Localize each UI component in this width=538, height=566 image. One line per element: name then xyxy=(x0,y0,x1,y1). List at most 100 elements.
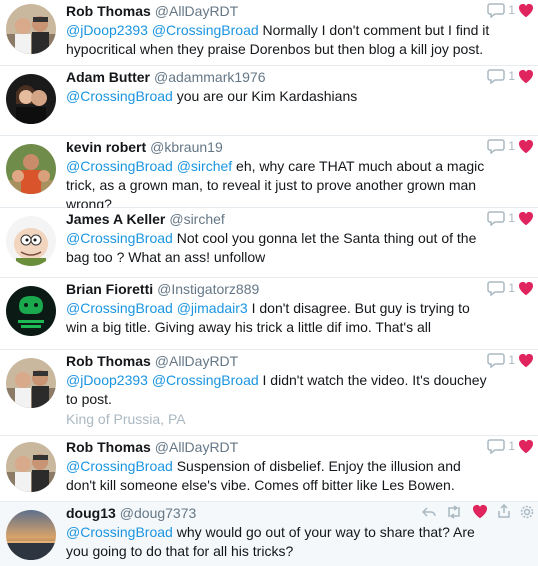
heart-icon[interactable] xyxy=(518,439,534,454)
tweet-header: Rob Thomas @AllDayRDT xyxy=(66,352,490,370)
author-name[interactable]: Adam Butter xyxy=(66,69,150,85)
tweet-header: kevin robert @kbraun19 xyxy=(66,138,490,156)
tweet-content: Adam Butter @adammark1976 @CrossingBroad … xyxy=(66,68,490,106)
tweet[interactable]: Adam Butter @adammark1976 @CrossingBroad … xyxy=(0,66,538,136)
author-name[interactable]: James A Keller xyxy=(66,211,165,227)
avatar[interactable] xyxy=(6,286,56,336)
tweet-header: Rob Thomas @AllDayRDT xyxy=(66,438,490,456)
avatar[interactable] xyxy=(6,510,56,560)
mention-link[interactable]: @CrossingBroad xyxy=(152,22,259,38)
tweet[interactable]: Brian Fioretti @Instigatorz889 @CrossingB… xyxy=(0,278,538,350)
tweet-meta: 1 xyxy=(487,210,534,226)
reply-bubble-icon[interactable] xyxy=(487,280,506,296)
heart-icon[interactable] xyxy=(518,353,534,368)
mention-link[interactable]: @jDoop2393 xyxy=(66,372,148,388)
heart-icon[interactable] xyxy=(518,3,534,18)
avatar[interactable] xyxy=(6,74,56,124)
heart-icon[interactable] xyxy=(518,69,534,84)
reply-bubble-icon[interactable] xyxy=(487,210,506,226)
mention-link[interactable]: @CrossingBroad xyxy=(66,300,173,316)
avatar[interactable] xyxy=(6,216,56,266)
tweet-meta: 1 xyxy=(487,68,534,84)
author-handle[interactable]: @AllDayRDT xyxy=(155,353,238,369)
avatar[interactable] xyxy=(6,4,56,54)
tweet-content: Rob Thomas @AllDayRDT @CrossingBroad Susp… xyxy=(66,438,490,495)
tweet[interactable]: kevin robert @kbraun19 @CrossingBroad @si… xyxy=(0,136,538,212)
tweet-text: @CrossingBroad you are our Kim Kardashia… xyxy=(66,87,490,106)
tweet-text: @CrossingBroad @jimadair3 I don't disagr… xyxy=(66,299,490,337)
mention-link[interactable]: @CrossingBroad xyxy=(66,88,173,104)
tweet-meta: 1 xyxy=(487,352,534,368)
author-name[interactable]: doug13 xyxy=(66,505,116,521)
tweet-meta: 1 xyxy=(487,138,534,154)
reply-bubble-icon[interactable] xyxy=(487,138,506,154)
tweet-header: Brian Fioretti @Instigatorz889 xyxy=(66,280,490,298)
share-icon[interactable] xyxy=(497,504,511,519)
author-handle[interactable]: @adammark1976 xyxy=(154,69,266,85)
replies-feed: Rob Thomas @AllDayRDT @jDoop2393 @Crossin… xyxy=(0,0,538,566)
tweet-text: @CrossingBroad Not cool you gonna let th… xyxy=(66,229,490,267)
tweet[interactable]: doug13 @doug7373 @CrossingBroad why would… xyxy=(0,502,538,566)
author-name[interactable]: Brian Fioretti xyxy=(66,281,153,297)
mention-link[interactable]: @sirchef xyxy=(177,158,232,174)
author-handle[interactable]: @AllDayRDT xyxy=(155,439,238,455)
reply-bubble-icon[interactable] xyxy=(487,2,506,18)
mention-link[interactable]: @CrossingBroad xyxy=(66,524,173,540)
avatar[interactable] xyxy=(6,358,56,408)
heart-icon[interactable] xyxy=(472,504,488,519)
mention-link[interactable]: @CrossingBroad xyxy=(152,372,259,388)
tweet-meta: 1 xyxy=(487,2,534,18)
tweet-actions xyxy=(422,504,534,519)
like-count: 1 xyxy=(508,139,515,153)
mention-link[interactable]: @CrossingBroad xyxy=(66,458,173,474)
gear-icon[interactable] xyxy=(520,505,534,519)
tweet-location[interactable]: King of Prussia, PA xyxy=(66,410,490,428)
reply-bubble-icon[interactable] xyxy=(487,438,506,454)
text-segment: you are our Kim Kardashians xyxy=(172,88,358,104)
author-handle[interactable]: @kbraun19 xyxy=(150,139,223,155)
tweet[interactable]: James A Keller @sirchef @CrossingBroad No… xyxy=(0,208,538,278)
like-count: 1 xyxy=(508,281,515,295)
heart-icon[interactable] xyxy=(518,281,534,296)
author-handle[interactable]: @sirchef xyxy=(169,211,224,227)
mention-link[interactable]: @jimadair3 xyxy=(177,300,248,316)
like-count: 1 xyxy=(508,3,515,17)
heart-icon[interactable] xyxy=(518,139,534,154)
tweet-header: James A Keller @sirchef xyxy=(66,210,490,228)
tweet-text: @jDoop2393 @CrossingBroad Normally I don… xyxy=(66,21,490,59)
author-handle[interactable]: @AllDayRDT xyxy=(155,3,238,19)
avatar[interactable] xyxy=(6,144,56,194)
tweet-content: Rob Thomas @AllDayRDT @jDoop2393 @Crossin… xyxy=(66,352,490,428)
mention-link[interactable]: @CrossingBroad xyxy=(66,158,173,174)
tweet-header: Rob Thomas @AllDayRDT xyxy=(66,2,490,20)
tweet[interactable]: Rob Thomas @AllDayRDT @CrossingBroad Susp… xyxy=(0,436,538,502)
mention-link[interactable]: @CrossingBroad xyxy=(66,230,173,246)
avatar[interactable] xyxy=(6,442,56,492)
tweet-content: kevin robert @kbraun19 @CrossingBroad @si… xyxy=(66,138,490,214)
author-name[interactable]: Rob Thomas xyxy=(66,353,151,369)
author-name[interactable]: Rob Thomas xyxy=(66,439,151,455)
author-handle[interactable]: @doug7373 xyxy=(120,505,197,521)
tweet-text: @jDoop2393 @CrossingBroad I didn't watch… xyxy=(66,371,490,409)
tweet-meta: 1 xyxy=(487,280,534,296)
tweet[interactable]: Rob Thomas @AllDayRDT @jDoop2393 @Crossin… xyxy=(0,0,538,66)
reply-bubble-icon[interactable] xyxy=(487,68,506,84)
like-count: 1 xyxy=(508,69,515,83)
heart-icon[interactable] xyxy=(518,211,534,226)
tweet-text: @CrossingBroad why would go out of your … xyxy=(66,523,490,561)
author-name[interactable]: Rob Thomas xyxy=(66,3,151,19)
reply-bubble-icon[interactable] xyxy=(487,352,506,368)
like-count: 1 xyxy=(508,211,515,225)
mention-link[interactable]: @jDoop2393 xyxy=(66,22,148,38)
tweet-meta: 1 xyxy=(487,438,534,454)
tweet[interactable]: Rob Thomas @AllDayRDT @jDoop2393 @Crossin… xyxy=(0,350,538,436)
like-count: 1 xyxy=(508,353,515,367)
retweet-icon[interactable] xyxy=(445,504,463,519)
author-name[interactable]: kevin robert xyxy=(66,139,146,155)
author-handle[interactable]: @Instigatorz889 xyxy=(157,281,259,297)
tweet-content: James A Keller @sirchef @CrossingBroad No… xyxy=(66,210,490,267)
reply-icon[interactable] xyxy=(422,505,436,519)
tweet-header: Adam Butter @adammark1976 xyxy=(66,68,490,86)
tweet-text: @CrossingBroad Suspension of disbelief. … xyxy=(66,457,490,495)
tweet-content: Rob Thomas @AllDayRDT @jDoop2393 @Crossin… xyxy=(66,2,490,59)
